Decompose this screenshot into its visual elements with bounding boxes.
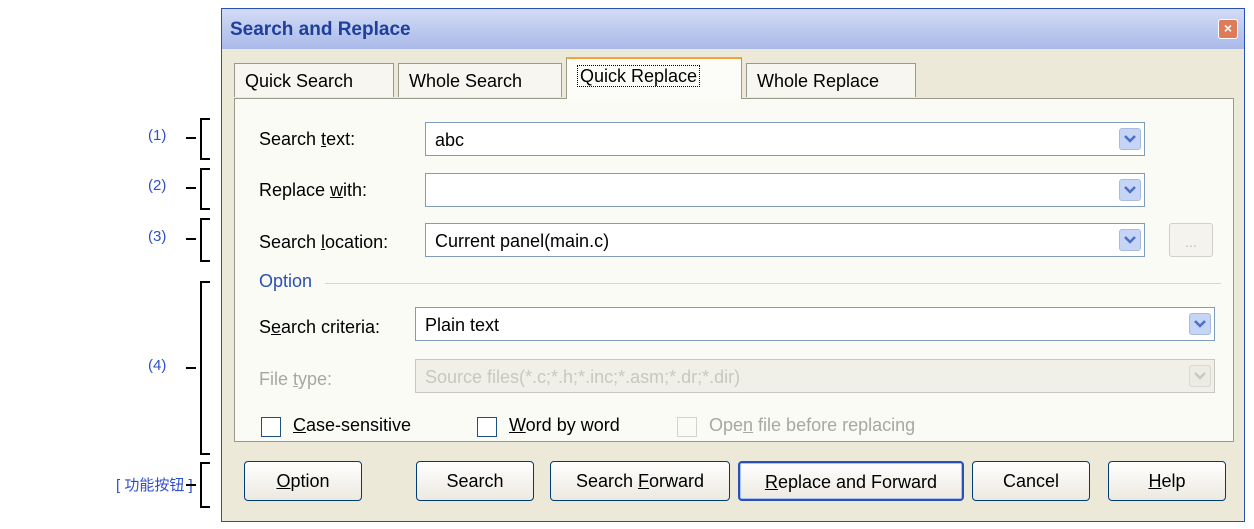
tab-whole-search[interactable]: Whole Search: [398, 63, 562, 97]
callout-1-tick: [186, 137, 196, 139]
dialog-title: Search and Replace: [230, 19, 411, 40]
case-sensitive-checkbox[interactable]: [261, 417, 281, 437]
callout-3: (3): [148, 228, 167, 245]
browse-button[interactable]: ...: [1169, 223, 1213, 257]
file-type-value: Source files(*.c;*.h;*.inc;*.asm;*.dr;*.…: [425, 367, 741, 387]
case-sensitive-label: Case-sensitive: [293, 415, 412, 435]
replace-with-combo[interactable]: [425, 173, 1145, 207]
callout-1-bracket: [200, 118, 210, 160]
file-type-label: File type:: [259, 369, 333, 389]
search-forward-button[interactable]: Search Forward: [550, 461, 730, 501]
callout-3-tick: [186, 238, 196, 240]
word-by-word-label: Word by word: [509, 415, 620, 435]
tab-label: Whole Replace: [757, 71, 880, 91]
search-button[interactable]: Search: [416, 461, 534, 501]
tab-quick-replace[interactable]: Quick Replace: [566, 57, 742, 99]
chevron-down-icon: [1189, 365, 1211, 387]
search-location-label: Search location:: [259, 232, 389, 252]
callout-2: (2): [148, 177, 167, 194]
help-button[interactable]: Help: [1108, 461, 1226, 501]
replace-with-label: Replace with:: [259, 180, 368, 200]
replace-and-forward-button[interactable]: Replace and Forward: [738, 461, 964, 501]
callout-5-tick: [186, 484, 196, 486]
chevron-down-icon[interactable]: [1119, 229, 1141, 251]
tab-quick-search[interactable]: Quick Search: [234, 63, 394, 97]
callout-2-bracket: [200, 168, 210, 210]
search-text-label: Search text:: [259, 129, 356, 149]
option-button[interactable]: Option: [244, 461, 362, 501]
cancel-button[interactable]: Cancel: [972, 461, 1090, 501]
file-type-combo: Source files(*.c;*.h;*.inc;*.asm;*.dr;*.…: [415, 359, 1215, 393]
title-bar[interactable]: Search and Replace ×: [222, 9, 1244, 49]
search-text-combo[interactable]: abc: [425, 122, 1145, 156]
chevron-down-icon[interactable]: [1189, 313, 1211, 335]
callout-4-tick: [186, 367, 196, 369]
callout-2-tick: [186, 187, 196, 189]
callout-1: (1): [148, 127, 167, 144]
tab-label: Whole Search: [409, 71, 523, 91]
callout-function-buttons: [ 功能按钮 ]: [116, 477, 193, 494]
tab-label: Quick Replace: [577, 65, 701, 87]
search-location-value: Current panel(main.c): [435, 231, 610, 251]
chevron-down-icon[interactable]: [1119, 179, 1141, 201]
option-divider: [325, 283, 1221, 284]
callout-4: (4): [148, 357, 167, 374]
search-criteria-label: Search criteria:: [259, 317, 381, 337]
callout-3-bracket: [200, 218, 210, 262]
search-criteria-combo[interactable]: Plain text: [415, 307, 1215, 341]
tab-label: Quick Search: [245, 71, 354, 91]
tab-whole-replace[interactable]: Whole Replace: [746, 63, 916, 97]
search-criteria-value: Plain text: [425, 315, 500, 335]
close-icon[interactable]: ×: [1218, 19, 1238, 39]
search-location-combo[interactable]: Current panel(main.c): [425, 223, 1145, 257]
search-replace-dialog: Search and Replace × Quick Search Whole …: [221, 8, 1245, 522]
option-section-title: Option: [259, 271, 313, 291]
quick-replace-panel: Search text: abc Replace with: Search lo…: [234, 98, 1234, 442]
open-file-checkbox: [677, 417, 697, 437]
chevron-down-icon[interactable]: [1119, 128, 1141, 150]
search-text-value: abc: [435, 130, 465, 150]
callout-5-bracket: [200, 462, 210, 508]
word-by-word-checkbox[interactable]: [477, 417, 497, 437]
callout-4-bracket: [200, 281, 210, 455]
open-file-label: Open file before replacing: [709, 415, 916, 435]
